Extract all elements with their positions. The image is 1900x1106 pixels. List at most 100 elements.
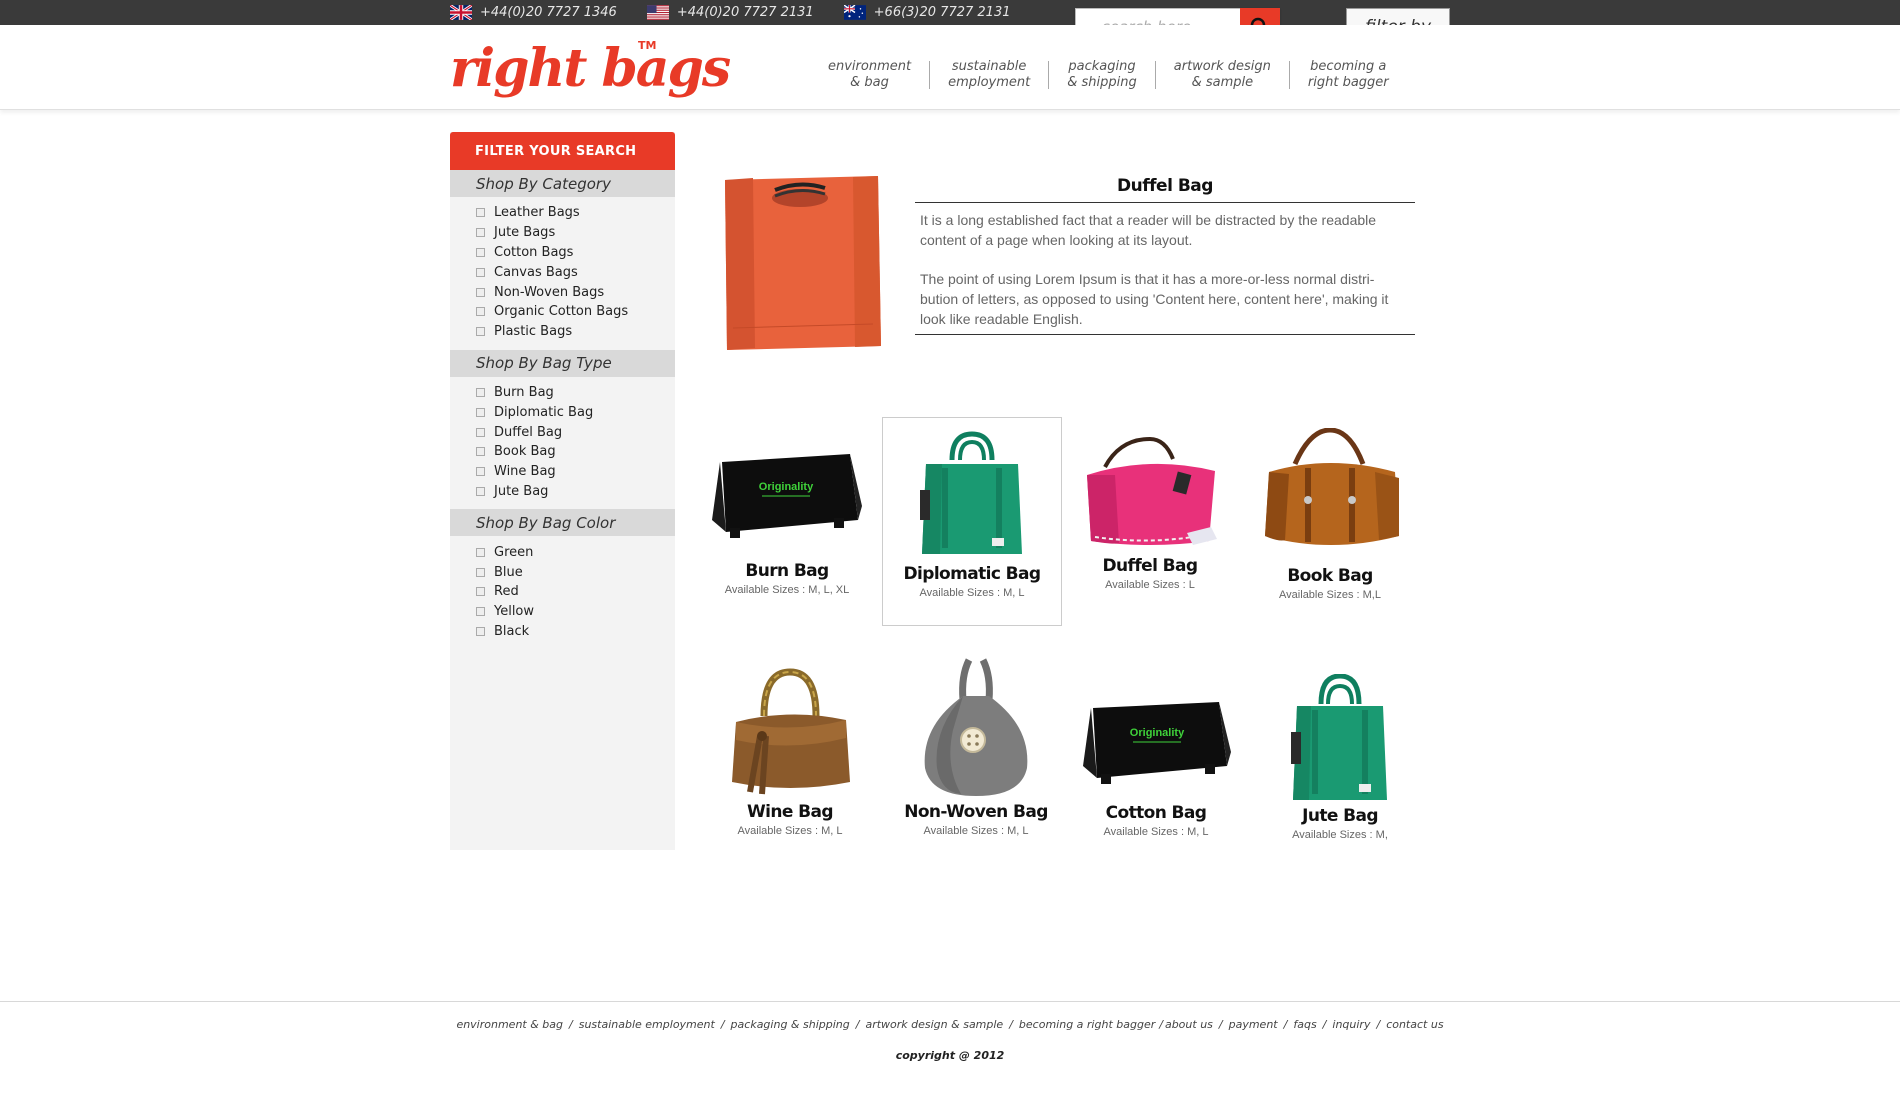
filter-item-cotton-bags[interactable]: Cotton Bags [476, 243, 675, 263]
product-card-jute-bag[interactable]: Jute Bag Available Sizes : M, [1250, 674, 1430, 841]
product-card-wine-bag[interactable]: Wine Bag Available Sizes : M, L [700, 662, 880, 837]
checkbox[interactable] [476, 427, 485, 437]
filter-item-jute-bags[interactable]: Jute Bags [476, 223, 675, 243]
checkbox[interactable] [476, 387, 485, 397]
checkbox[interactable] [476, 607, 485, 617]
checkbox[interactable] [476, 228, 485, 238]
checkbox[interactable] [476, 208, 485, 218]
filter-item-duffel-bag[interactable]: Duffel Bag [476, 422, 675, 442]
bag-type-list: Burn Bag Diplomatic Bag Duffel Bag Book … [450, 377, 675, 510]
footer-link-contact-us[interactable]: contact us [1386, 1018, 1443, 1031]
divider [915, 334, 1415, 335]
print-text: Originality [1130, 727, 1185, 739]
book-bag-image [1265, 428, 1399, 545]
product-name: Book Bag [1287, 566, 1373, 586]
print-text: Originality [759, 481, 814, 493]
product-name: Non-Woven Bag [904, 802, 1048, 822]
phone-au: +66(3)20 7727 2131 [843, 5, 1010, 20]
logo[interactable]: right bags TM [450, 38, 731, 99]
product-card-book-bag[interactable]: Book Bag Available Sizes : M,L [1240, 428, 1420, 601]
checkbox[interactable] [476, 626, 485, 636]
product-name: Diplomatic Bag [903, 564, 1042, 584]
filter-label: Duffel Bag [494, 424, 563, 440]
filter-item-blue[interactable]: Blue [476, 562, 675, 582]
product-sizes: Available Sizes : M, L, XL [724, 584, 850, 596]
logo-trademark: TM [638, 39, 657, 52]
product-name: Wine Bag [747, 802, 834, 822]
checkbox[interactable] [476, 287, 485, 297]
filter-item-wine-bag[interactable]: Wine Bag [476, 462, 675, 482]
checkbox[interactable] [476, 547, 485, 557]
nav-becoming-right-bagger[interactable]: becoming a right bagger [1290, 59, 1407, 91]
filter-item-yellow[interactable]: Yellow [476, 602, 675, 622]
filter-item-diplomatic-bag[interactable]: Diplomatic Bag [476, 402, 675, 422]
filter-label: Red [494, 584, 519, 600]
footer-link-becoming-right-bagger[interactable]: becoming a right bagger [1019, 1018, 1155, 1031]
product-card-non-woven-bag[interactable]: Non-Woven Bag Available Sizes : M, L [886, 656, 1066, 837]
footer-link-packaging-shipping[interactable]: packaging & shipping [731, 1018, 850, 1031]
phone-us: +44(0)20 7727 2131 [646, 5, 814, 20]
logo-text: right bags [450, 38, 731, 99]
footer-link-sustainable-employment[interactable]: sustainable employment [579, 1018, 715, 1031]
product-card-diplomatic-bag[interactable]: Diplomatic Bag Available Sizes : M, L [882, 417, 1062, 626]
nav-packaging-shipping[interactable]: packaging & shipping [1049, 59, 1155, 91]
filter-item-canvas-bags[interactable]: Canvas Bags [476, 262, 675, 282]
nav-line: right bagger [1307, 75, 1389, 90]
footer-link-inquiry[interactable]: inquiry [1332, 1018, 1370, 1031]
product-card-cotton-bag[interactable]: Originality Cotton Bag Available Sizes :… [1066, 688, 1246, 838]
phone-number: +44(0)20 7727 1346 [480, 5, 617, 20]
nav-sustainable-employment[interactable]: sustainable employment [930, 59, 1048, 91]
product-card-burn-bag[interactable]: Originality Burn Bag Available Sizes : M… [697, 440, 877, 596]
footer-links: environment & bag / sustainable employment… [0, 1018, 1900, 1031]
filter-item-plastic-bags[interactable]: Plastic Bags [476, 322, 675, 342]
footer-link-environment-bag[interactable]: environment & bag [456, 1018, 563, 1031]
nav-artwork-design-sample[interactable]: artwork design & sample [1156, 59, 1289, 91]
filter-item-black[interactable]: Black [476, 622, 675, 642]
footer-link-about-us[interactable]: about us [1165, 1018, 1213, 1031]
diplomatic-bag-image [920, 431, 1022, 554]
filter-item-book-bag[interactable]: Book Bag [476, 442, 675, 462]
nav-line: packaging [1068, 59, 1136, 74]
checkbox[interactable] [476, 486, 485, 496]
nav-environment-bag[interactable]: environment & bag [810, 59, 929, 91]
filter-item-organic-cotton-bags[interactable]: Organic Cotton Bags [476, 302, 675, 322]
checkbox[interactable] [476, 407, 485, 417]
bag-color-list: Green Blue Red Yellow Black [450, 536, 675, 649]
main-nav: environment & bag sustainable employment… [810, 59, 1407, 91]
product-card-duffel-bag[interactable]: Duffel Bag Available Sizes : L [1060, 435, 1240, 591]
au-flag-icon [843, 5, 866, 20]
non-woven-bag-image [924, 658, 1028, 796]
footer-link-faqs[interactable]: faqs [1293, 1018, 1316, 1031]
footer-divider [0, 1001, 1900, 1002]
checkbox[interactable] [476, 467, 485, 477]
filter-label: Black [494, 623, 530, 639]
description-paragraph: It is a long established fact that a rea… [920, 212, 1377, 248]
product-name: Burn Bag [745, 561, 829, 581]
checkbox[interactable] [476, 587, 485, 597]
checkbox[interactable] [476, 567, 485, 577]
filter-label: Non-Woven Bags [494, 284, 605, 300]
filter-item-burn-bag[interactable]: Burn Bag [476, 383, 675, 403]
filter-item-green[interactable]: Green [476, 542, 675, 562]
nav-line: & sample [1191, 75, 1254, 90]
filter-item-leather-bags[interactable]: Leather Bags [476, 203, 675, 223]
checkbox[interactable] [476, 327, 485, 337]
product-name: Cotton Bag [1105, 803, 1207, 823]
filter-label: Canvas Bags [494, 264, 578, 280]
checkbox[interactable] [476, 447, 485, 457]
filter-item-jute-bag[interactable]: Jute Bag [476, 482, 675, 502]
filter-item-non-woven-bags[interactable]: Non-Woven Bags [476, 282, 675, 302]
nav-line: employment [948, 75, 1031, 90]
checkbox[interactable] [476, 267, 485, 277]
footer-link-artwork-design-sample[interactable]: artwork design & sample [865, 1018, 1003, 1031]
filter-label: Jute Bags [494, 225, 556, 241]
checkbox[interactable] [476, 247, 485, 257]
footer-link-payment[interactable]: payment [1229, 1018, 1278, 1031]
checkbox[interactable] [476, 307, 485, 317]
filter-label: Organic Cotton Bags [494, 304, 629, 320]
product-sizes: Available Sizes : M, [1292, 829, 1388, 841]
section-title-bag-color: Shop By Bag Color [450, 509, 675, 537]
description-paragraph: The point of using Lorem Ipsum is that i… [920, 271, 1389, 327]
product-sizes: Available Sizes : M, L [919, 587, 1025, 599]
filter-item-red[interactable]: Red [476, 582, 675, 602]
